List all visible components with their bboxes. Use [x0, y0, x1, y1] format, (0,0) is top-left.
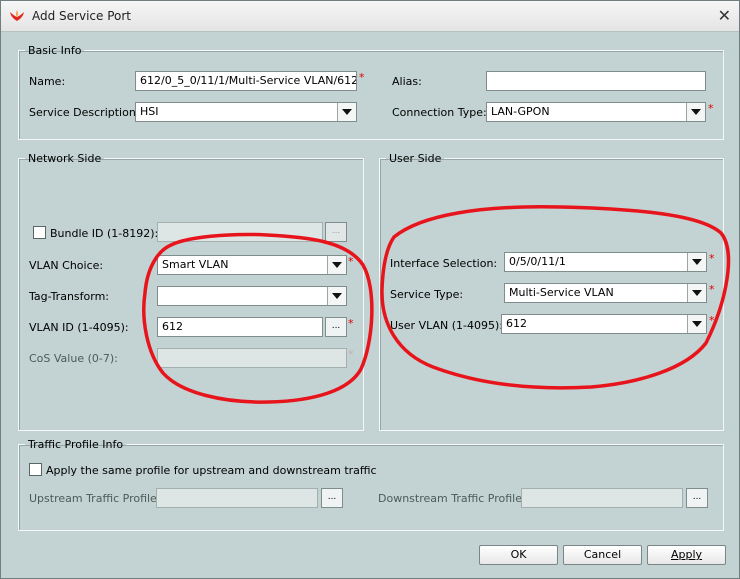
- apply-button[interactable]: Apply: [647, 545, 726, 565]
- vlan-id-browse-button[interactable]: ...: [325, 317, 347, 337]
- name-input[interactable]: 612/0_5_0/11/1/Multi-Service VLAN/612: [135, 71, 357, 91]
- bundle-id-input: [157, 222, 323, 242]
- vlan-id-label: VLAN ID (1-4095):: [29, 321, 129, 334]
- app-logo-icon: [10, 10, 24, 21]
- basic-info-legend: Basic Info: [28, 44, 82, 57]
- vlan-id-required-mark: *: [348, 317, 354, 330]
- interface-selection-label: Interface Selection:: [390, 257, 498, 270]
- service-description-value: HSI: [140, 105, 159, 118]
- user-vlan-label: User VLAN (1-4095):: [390, 319, 503, 332]
- tag-transform-label: Tag-Transform:: [29, 290, 110, 303]
- user-vlan-value[interactable]: 612: [506, 317, 527, 330]
- service-description-label: Service Description:: [29, 106, 140, 119]
- user-vlan-required-mark: *: [709, 314, 715, 327]
- alias-label: Alias:: [392, 75, 422, 88]
- cos-value-label: CoS Value (0-7):: [29, 352, 118, 365]
- interface-selection-value: 0/5/0/11/1: [509, 255, 566, 268]
- name-required-mark: *: [359, 71, 365, 84]
- downstream-profile-label: Downstream Traffic Profile:: [378, 492, 526, 505]
- add-service-port-dialog: Add Service Port ✕ Basic Info Name: 612/…: [0, 0, 740, 579]
- same-profile-label: Apply the same profile for upstream and …: [46, 464, 377, 477]
- traffic-profile-legend: Traffic Profile Info: [28, 438, 124, 451]
- tag-transform-select[interactable]: [157, 286, 347, 306]
- cos-value-input: [157, 348, 347, 368]
- vlan-choice-required-mark: *: [348, 255, 354, 268]
- bundle-id-checkbox[interactable]: [33, 226, 46, 239]
- user-vlan-combobox[interactable]: 612: [501, 314, 707, 334]
- service-description-select[interactable]: HSI: [135, 102, 357, 122]
- downstream-profile-browse-button[interactable]: ...: [686, 488, 708, 508]
- chevron-down-icon[interactable]: [327, 287, 346, 305]
- title-bar[interactable]: Add Service Port ✕: [1, 1, 739, 32]
- service-type-required-mark: *: [709, 283, 715, 296]
- bundle-id-browse-button: ...: [325, 222, 347, 242]
- chevron-down-icon[interactable]: [327, 256, 346, 274]
- chevron-down-icon[interactable]: [686, 103, 705, 121]
- interface-selection-select[interactable]: 0/5/0/11/1: [504, 252, 707, 272]
- upstream-profile-browse-button[interactable]: ...: [321, 488, 343, 508]
- connection-type-value: LAN-GPON: [491, 105, 550, 118]
- chevron-down-icon[interactable]: [687, 253, 706, 271]
- name-label: Name:: [29, 75, 66, 88]
- downstream-profile-input: [521, 488, 683, 508]
- close-icon[interactable]: ✕: [718, 6, 731, 25]
- vlan-choice-label: VLAN Choice:: [29, 259, 104, 272]
- ok-button[interactable]: OK: [479, 545, 558, 565]
- traffic-profile-group: Traffic Profile Info: [18, 438, 724, 531]
- connection-type-required-mark: *: [708, 102, 714, 115]
- vlan-choice-select[interactable]: Smart VLAN: [157, 255, 347, 275]
- network-side-legend: Network Side: [28, 152, 102, 165]
- basic-info-group: Basic Info: [18, 44, 724, 140]
- upstream-profile-input: [156, 488, 318, 508]
- user-side-legend: User Side: [389, 152, 442, 165]
- dialog-title: Add Service Port: [32, 9, 131, 23]
- cancel-button[interactable]: Cancel: [563, 545, 642, 565]
- vlan-id-input[interactable]: 612: [157, 317, 323, 337]
- bundle-id-label: Bundle ID (1-8192):: [50, 227, 159, 240]
- chevron-down-icon[interactable]: [687, 284, 706, 302]
- same-profile-checkbox[interactable]: [29, 463, 42, 476]
- service-type-label: Service Type:: [390, 288, 464, 301]
- service-type-value: Multi-Service VLAN: [509, 286, 614, 299]
- interface-selection-required-mark: *: [709, 252, 715, 265]
- service-type-select[interactable]: Multi-Service VLAN: [504, 283, 707, 303]
- alias-input[interactable]: [486, 71, 706, 91]
- upstream-profile-label: Upstream Traffic Profile:: [29, 492, 161, 505]
- chevron-down-icon[interactable]: [687, 315, 706, 333]
- connection-type-label: Connection Type:: [392, 106, 487, 119]
- vlan-choice-value: Smart VLAN: [162, 258, 229, 271]
- chevron-down-icon[interactable]: [337, 103, 356, 121]
- cos-value-required-mark: *: [348, 348, 354, 361]
- connection-type-select[interactable]: LAN-GPON: [486, 102, 706, 122]
